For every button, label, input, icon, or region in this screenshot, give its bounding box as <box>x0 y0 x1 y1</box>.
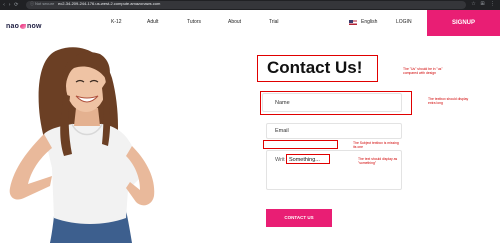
nav-k12[interactable]: K-12 <box>111 19 122 25</box>
language-selector[interactable]: English <box>361 19 377 25</box>
url-text[interactable]: ec2-34-209-244-176.us-west-2.compute.ama… <box>58 1 160 7</box>
nav-adult[interactable]: Adult <box>147 19 158 25</box>
browser-nav-icons[interactable]: ‹ › ⟳ <box>3 2 19 8</box>
extensions-icon[interactable]: ⊞ <box>479 1 486 8</box>
site-logo[interactable]: nao now <box>6 23 42 30</box>
logo-leaf-icon <box>20 23 27 29</box>
nav-about[interactable]: About <box>228 19 241 25</box>
annotation-note-message: The text should display as "something" <box>358 157 398 165</box>
security-label: Not secure <box>35 1 55 6</box>
nav-tutors[interactable]: Tutors <box>187 19 201 25</box>
annotation-box-title <box>257 55 378 82</box>
email-placeholder: Email <box>275 128 289 134</box>
signup-button[interactable]: SIGNUP <box>427 10 500 36</box>
logo-text-left: nao <box>6 23 20 30</box>
annotation-box-name <box>260 91 412 115</box>
browser-toolbar: ‹ › ⟳ ⓘ Not secure ec2-34-209-244-176.us… <box>0 0 500 10</box>
annotation-note-subject: The Subject textbox is missing its one <box>353 141 399 149</box>
annotation-box-subject <box>263 140 338 149</box>
bookmark-star-icon[interactable]: ☆ <box>470 1 477 8</box>
us-flag-icon <box>349 20 357 25</box>
annotation-note-name: The textbox should display extra long <box>428 97 469 105</box>
browser-menu-icon[interactable]: ⋮ <box>489 1 496 8</box>
hero-photo <box>9 47 155 243</box>
contact-us-button[interactable]: CONTACT US <box>266 209 332 227</box>
site-header: nao now <box>0 10 500 38</box>
annotation-note-title: The "Us" should be in "us" compared with… <box>403 67 443 75</box>
nav-trial[interactable]: Trial <box>269 19 279 25</box>
login-link[interactable]: LOGIN <box>396 19 412 25</box>
annotation-box-message <box>286 154 330 164</box>
logo-text-right: now <box>27 23 42 30</box>
info-icon[interactable]: ⓘ <box>30 1 34 7</box>
message-placeholder: Writ <box>275 157 285 163</box>
